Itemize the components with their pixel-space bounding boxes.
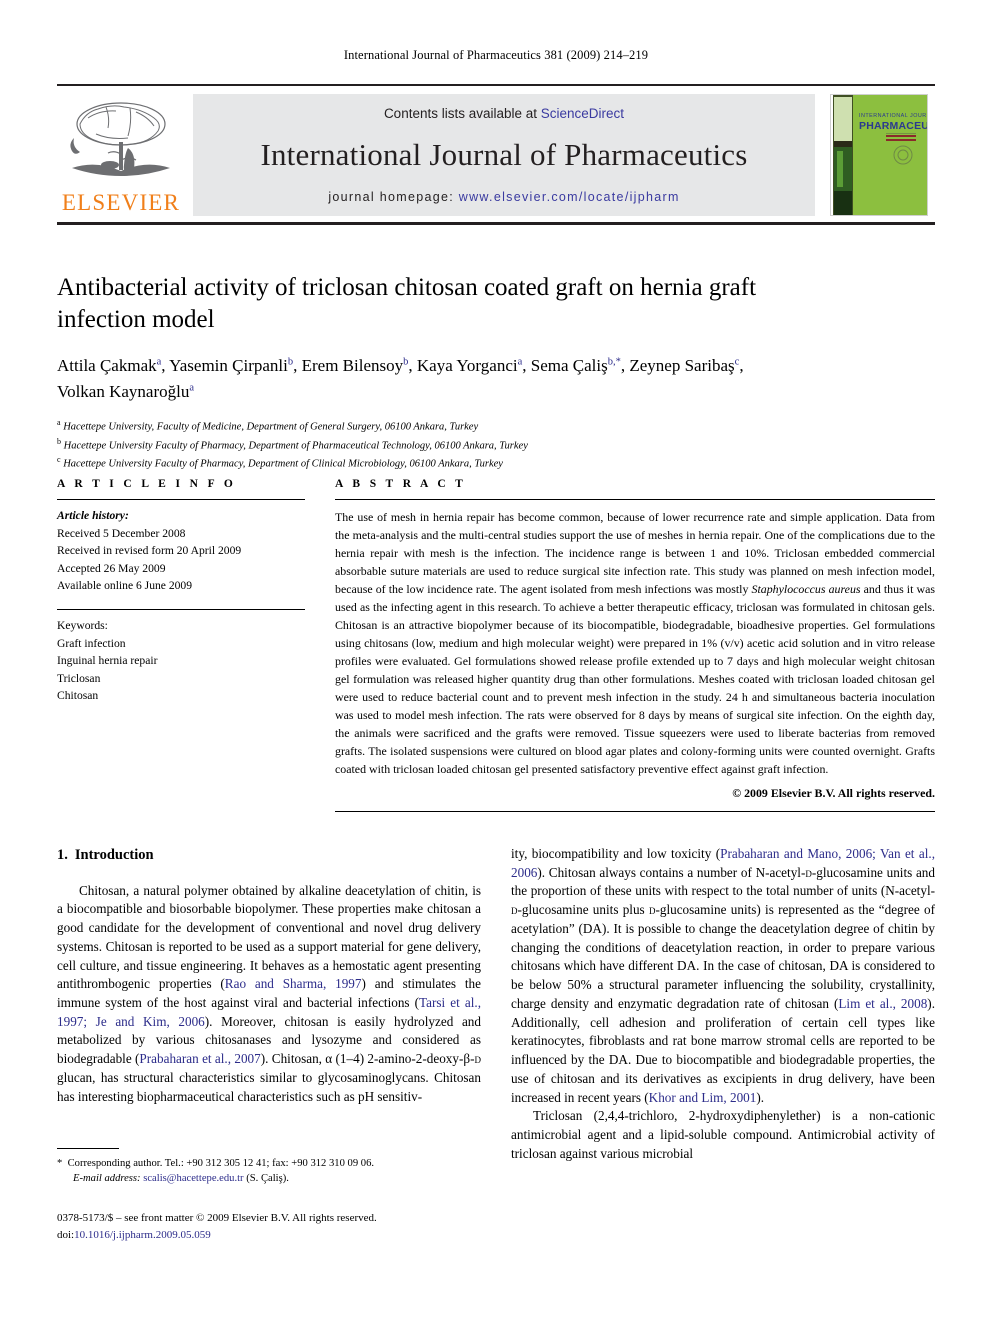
affiliation-mark: a xyxy=(57,418,61,427)
cover-line-2: PHARMACEUTICS xyxy=(859,120,928,132)
affiliation-text: Hacettepe University Faculty of Pharmacy… xyxy=(63,458,503,470)
elsevier-tree-icon xyxy=(70,102,170,176)
keywords-block: Keywords: Graft infection Inguinal herni… xyxy=(57,610,305,705)
paragraph: ity, biocompatibility and low toxicity (… xyxy=(511,846,935,1105)
issn-line: 0378-5173/$ – see front matter © 2009 El… xyxy=(57,1212,377,1224)
section-number: 1. xyxy=(57,847,68,863)
paragraph: Triclosan (2,4,4-trichloro, 2-hydroxydip… xyxy=(511,1108,935,1161)
issn-copyright-footer: 0378-5173/$ – see front matter © 2009 El… xyxy=(57,1210,557,1243)
section-title: Introduction xyxy=(74,847,154,863)
section-heading-introduction: 1. Introduction xyxy=(57,845,481,866)
body-column-left: 1. Introduction Chitosan, a natural polym… xyxy=(57,845,481,1163)
journal-article-page: International Journal of Pharmaceutics 3… xyxy=(0,0,992,1323)
email-link[interactable]: scalis@hacettepe.edu.tr xyxy=(143,1173,243,1184)
affiliation-text: Hacettepe University, Faculty of Medicin… xyxy=(63,421,479,433)
keywords-label: Keywords: xyxy=(57,619,108,633)
elsevier-logo: ELSEVIER xyxy=(57,94,185,216)
journal-name: International Journal of Pharmaceutics xyxy=(260,137,748,173)
contents-available-line: Contents lists available at ScienceDirec… xyxy=(384,106,624,121)
abstract-text: The use of mesh in hernia repair has bec… xyxy=(335,510,935,777)
contents-prefix: Contents lists available at xyxy=(383,106,541,121)
cover-line-1: INTERNATIONAL JOURNAL OF xyxy=(859,113,928,119)
affiliation-mark: b xyxy=(57,436,61,446)
journal-cover-thumbnail: INTERNATIONAL JOURNAL OF PHARMACEUTICS xyxy=(823,94,935,216)
journal-homepage-line: journal homepage: www.elsevier.com/locat… xyxy=(328,190,679,204)
affiliation-mark: c xyxy=(57,455,61,464)
email-owner: (S. Çaliş). xyxy=(246,1173,289,1185)
keyword-item: Graft infection xyxy=(57,636,126,650)
article-title-block: Antibacterial activity of triclosan chit… xyxy=(57,272,757,473)
journal-title-band: Contents lists available at ScienceDirec… xyxy=(193,94,815,216)
keyword-item: Chitosan xyxy=(57,689,99,703)
corresponding-author-footnote: * Corresponding author. Tel.: +90 312 30… xyxy=(57,1148,481,1187)
abstract-column: A B S T R A C T The use of mesh in herni… xyxy=(335,478,935,813)
doi-line: doi:10.1016/j.ijpharm.2009.05.059 xyxy=(57,1227,557,1244)
elsevier-wordmark: ELSEVIER xyxy=(61,190,181,215)
affiliation-item: a Hacettepe University, Faculty of Medic… xyxy=(57,417,757,436)
abstract-copyright: © 2009 Elsevier B.V. All rights reserved… xyxy=(732,786,935,801)
body-column-right: ity, biocompatibility and low toxicity (… xyxy=(511,845,935,1163)
abstract-heading: A B S T R A C T xyxy=(335,478,467,490)
keyword-item: Triclosan xyxy=(57,671,101,685)
doi-link[interactable]: 10.1016/j.ijpharm.2009.05.059 xyxy=(74,1229,211,1241)
affiliation-text: Hacettepe University Faculty of Pharmacy… xyxy=(63,440,528,451)
history-item: Accepted 26 May 2009 xyxy=(57,561,166,575)
affiliation-list: a Hacettepe University, Faculty of Medic… xyxy=(57,417,757,473)
keyword-item: Inguinal hernia repair xyxy=(57,654,158,668)
journal-homepage-link[interactable]: www.elsevier.com/locate/ijpharm xyxy=(459,190,680,204)
affiliation-item: c Hacettepe University Faculty of Pharma… xyxy=(57,454,757,473)
paragraph: Chitosan, a natural polymer obtained by … xyxy=(57,882,482,1104)
history-item: Received in revised form 20 April 2009 xyxy=(57,544,242,558)
journal-masthead: ELSEVIER Contents lists available at Sci… xyxy=(57,84,935,225)
footnote-rule xyxy=(57,1148,119,1149)
footnote-line-1: * Corresponding author. Tel.: +90 312 30… xyxy=(57,1156,481,1171)
footnote-text: Corresponding author. Tel.: +90 312 305 … xyxy=(67,1158,375,1169)
doi-label: doi: xyxy=(57,1228,75,1241)
history-item: Available online 6 June 2009 xyxy=(57,579,193,593)
article-info-column: A R T I C L E I N F O Article history: R… xyxy=(57,478,305,812)
page-title: Antibacterial activity of triclosan chit… xyxy=(57,274,757,333)
article-info-heading: A R T I C L E I N F O xyxy=(57,478,237,490)
info-abstract-section: A R T I C L E I N F O Article history: R… xyxy=(57,478,935,813)
article-body: 1. Introduction Chitosan, a natural polym… xyxy=(57,845,935,1163)
footnote-marker: * xyxy=(57,1158,63,1169)
footnote-line-2: E-mail address: scalis@hacettepe.edu.tr … xyxy=(57,1171,481,1186)
affiliation-item: b Hacettepe University Faculty of Pharma… xyxy=(57,436,757,455)
author-list: Attila Çakmaka, Yasemin Çirpanlib, Erem … xyxy=(57,356,744,401)
email-label: E-mail address: xyxy=(73,1173,141,1185)
abstract-bottom-rule xyxy=(335,811,935,813)
journal-cover-image: INTERNATIONAL JOURNAL OF PHARMACEUTICS xyxy=(830,94,928,216)
running-head: International Journal of Pharmaceutics 3… xyxy=(343,48,649,62)
sciencedirect-link[interactable]: ScienceDirect xyxy=(541,106,624,121)
homepage-prefix: journal homepage: xyxy=(328,190,459,204)
article-history-label: Article history: xyxy=(57,509,129,522)
article-history-block: Article history: Received 5 December 200… xyxy=(57,500,305,595)
history-item: Received 5 December 2008 xyxy=(57,526,186,540)
